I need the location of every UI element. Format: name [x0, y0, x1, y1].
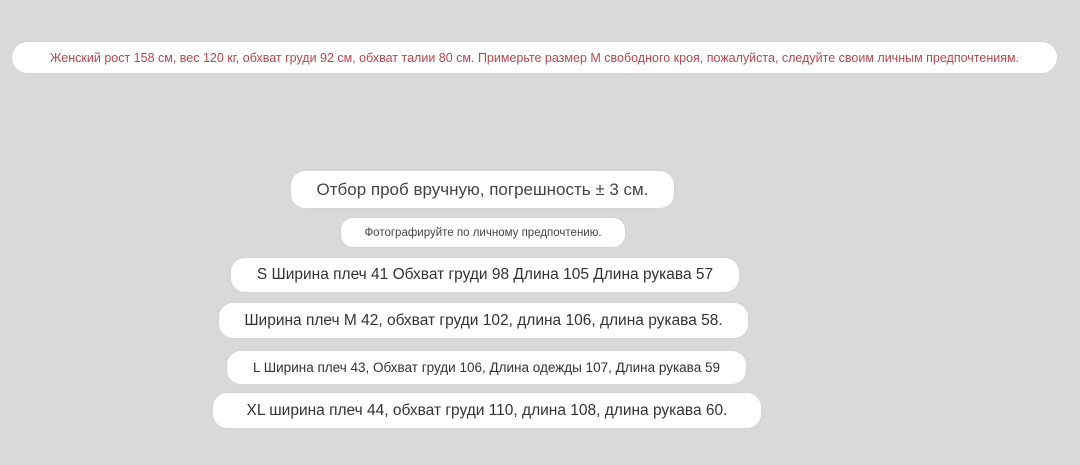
size-row-text: XL ширина плеч 44, обхват груди 110, дли…: [246, 401, 728, 419]
size-row-text: S Ширина плеч 41 Обхват груди 98 Длина 1…: [256, 266, 714, 283]
size-row-l: L Ширина плеч 43, Обхват груди 106, Длин…: [227, 351, 746, 384]
size-row-s: S Ширина плеч 41 Обхват груди 98 Длина 1…: [231, 258, 739, 292]
size-row-text: Ширина плеч M 42, обхват груди 102, длин…: [244, 311, 723, 329]
size-row-xl: XL ширина плеч 44, обхват груди 110, дли…: [213, 393, 761, 428]
size-row-text: L Ширина плеч 43, Обхват груди 106, Длин…: [253, 360, 720, 375]
size-row-m: Ширина плеч M 42, обхват груди 102, длин…: [219, 303, 748, 338]
measurement-error-note: Отбор проб вручную, погрешность ± 3 см.: [291, 171, 674, 208]
model-info-note: Женский рост 158 см, вес 120 кг, обхват …: [12, 42, 1057, 73]
model-info-text: Женский рост 158 см, вес 120 кг, обхват …: [49, 50, 1020, 65]
photo-note: Фотографируйте по личному предпочтению.: [341, 218, 625, 247]
measurement-error-text: Отбор проб вручную, погрешность ± 3 см.: [316, 179, 649, 199]
photo-note-text: Фотографируйте по личному предпочтению.: [364, 226, 602, 239]
